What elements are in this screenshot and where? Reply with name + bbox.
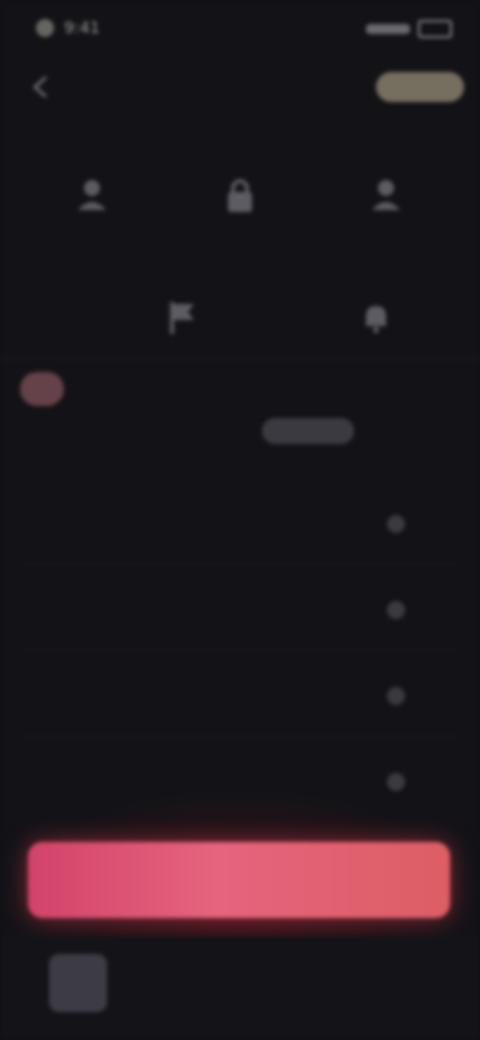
home-tab-icon <box>49 954 107 1012</box>
section-divider <box>0 358 480 359</box>
primary-cta-button[interactable] <box>28 842 450 918</box>
lock-icon <box>218 172 262 216</box>
row-divider <box>24 564 456 565</box>
tab-second[interactable] <box>128 954 200 1024</box>
bottom-tab-bar <box>0 936 480 1040</box>
status-bar: 9:41 <box>0 0 480 56</box>
profile-button[interactable] <box>262 418 354 444</box>
user-plus-icon <box>366 172 410 216</box>
option-flag[interactable] <box>122 296 242 348</box>
chevron-icon <box>382 682 410 710</box>
back-icon[interactable] <box>26 72 56 102</box>
tab-fourth[interactable] <box>286 954 358 1024</box>
option-person[interactable] <box>32 172 152 224</box>
option-lock[interactable] <box>180 172 300 224</box>
option-bell[interactable] <box>316 296 436 348</box>
status-left: 9:41 <box>36 18 100 37</box>
settings-row[interactable] <box>0 668 480 728</box>
person-icon <box>70 172 114 216</box>
avatar <box>20 372 64 406</box>
status-right <box>366 20 452 38</box>
tab-fifth[interactable] <box>370 954 442 1024</box>
bell-icon <box>354 296 398 340</box>
signal-icon <box>366 24 410 34</box>
row-divider <box>24 736 456 737</box>
battery-icon <box>418 20 452 38</box>
tab-home[interactable] <box>42 954 114 1024</box>
settings-row[interactable] <box>0 582 480 642</box>
row-divider <box>24 650 456 651</box>
header-action-button[interactable] <box>376 72 464 102</box>
option-user-plus[interactable] <box>328 172 448 224</box>
chevron-icon <box>382 596 410 624</box>
tab-third[interactable] <box>206 954 278 1024</box>
app-screen: 9:41 <box>0 0 480 1040</box>
status-time: 9:41 <box>64 18 100 37</box>
profile-row[interactable] <box>0 366 480 466</box>
status-indicator-icon <box>36 18 54 37</box>
chevron-icon <box>382 510 410 538</box>
settings-row[interactable] <box>0 496 480 556</box>
header <box>0 62 480 114</box>
flag-icon <box>160 296 204 340</box>
